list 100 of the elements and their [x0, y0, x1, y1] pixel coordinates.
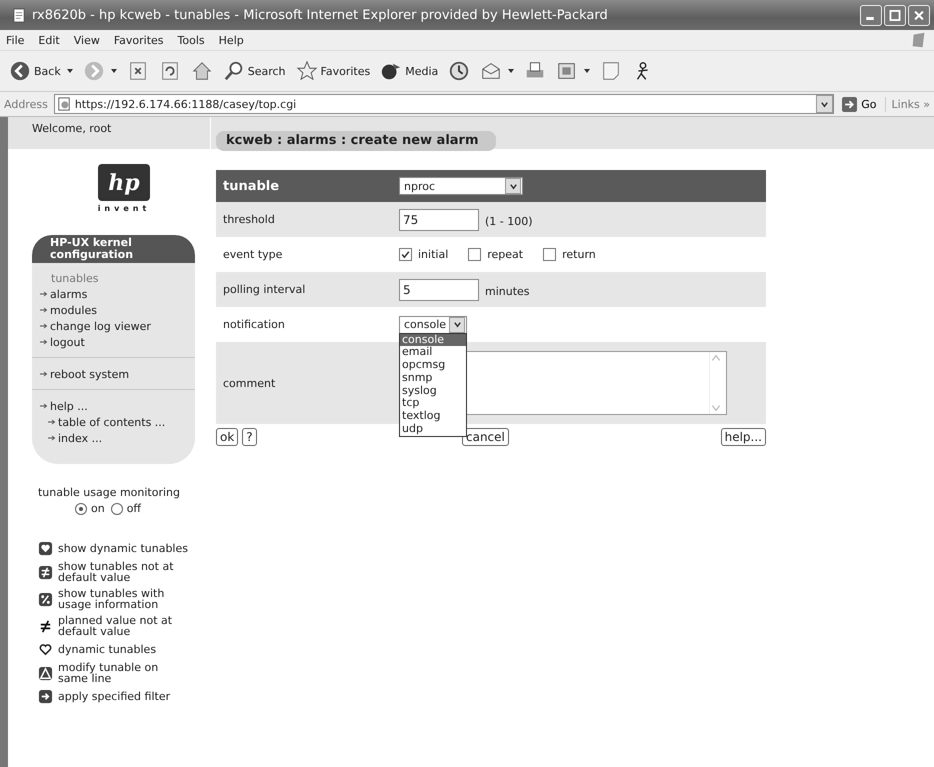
arrow-icon [40, 370, 48, 378]
arrow-icon [40, 290, 48, 298]
legend-text: planned value not at default value [58, 615, 174, 637]
arrow-icon [40, 338, 48, 346]
logo: hp [98, 164, 150, 201]
caret-icon [508, 182, 518, 190]
nav-link[interactable]: reboot system [50, 368, 130, 380]
dropdown-option[interactable]: console [400, 334, 466, 346]
help-button[interactable]: help... [720, 428, 766, 446]
arrow-icon [40, 306, 48, 314]
dropdown-option[interactable]: snmp [400, 372, 466, 385]
percent-icon [38, 592, 53, 606]
menu-item[interactable]: File [6, 34, 24, 46]
nav-link[interactable]: logout [50, 336, 85, 348]
page-icon [12, 8, 27, 22]
field-label: comment [222, 376, 276, 390]
field-label: polling interval [222, 283, 306, 296]
field-label: notification [222, 318, 286, 331]
dropdown-option[interactable]: syslog [400, 384, 466, 398]
maximize-button[interactable] [884, 4, 906, 26]
go-button[interactable]: Go [840, 96, 886, 112]
window-title: rx8620b - hp kcweb - tunables - Microsoft Internet Explorer provided by Hewlett-Packard [32, 8, 609, 22]
triangle-icon [38, 666, 53, 680]
arrow-icon [48, 434, 56, 442]
input-field[interactable]: 5 [399, 278, 479, 300]
radio-label: on [90, 502, 105, 515]
menu-item[interactable]: View [74, 34, 100, 46]
house-icon [190, 60, 213, 82]
legend-text: show tunables with usage information [58, 588, 166, 610]
form-button[interactable]: ? [242, 428, 257, 446]
menu-item[interactable]: Favorites [114, 34, 164, 46]
links-label[interactable]: Links » [892, 98, 930, 110]
address-label: Address [4, 98, 48, 110]
toolbar-button[interactable]: Media [377, 58, 442, 84]
menu-item[interactable]: Help [218, 34, 244, 46]
monitoring-label: tunable usage monitoring [38, 486, 180, 499]
minimize-button[interactable] [860, 4, 882, 26]
logo-tagline: invent [98, 204, 150, 213]
page-icon [56, 97, 71, 111]
not-equal-icon [38, 618, 53, 634]
nav-link[interactable]: change log viewer [50, 320, 151, 332]
arrow-icon [40, 322, 48, 330]
field-hint: minutes [485, 285, 530, 298]
dropdown-option[interactable]: textlog [400, 410, 466, 424]
form-button[interactable]: ok [216, 428, 238, 446]
not-equal-icon [38, 564, 53, 580]
welcome-text: Welcome, root [32, 122, 112, 135]
checkbox-label: repeat [487, 248, 524, 261]
menu-item[interactable]: Tools [178, 34, 205, 46]
legend-text: dynamic tunables [58, 644, 158, 655]
nav-link[interactable]: modules [50, 304, 97, 316]
star-icon [296, 60, 318, 82]
toolbar-button[interactable]: Back [6, 58, 76, 84]
close-icon [912, 8, 926, 22]
toolbar-button[interactable]: Favorites [292, 58, 374, 84]
legend-text: modify tunable on same line [58, 662, 160, 684]
input-field[interactable]: 75 [399, 208, 479, 230]
dropdown-field[interactable]: console [399, 316, 467, 334]
nav-link[interactable]: table of contents ... [58, 416, 166, 428]
checkbox[interactable] [543, 248, 556, 261]
dropdown-option[interactable]: tcp [400, 397, 466, 410]
menu-item[interactable]: Edit [38, 34, 60, 46]
nav-link[interactable]: alarms [50, 288, 88, 300]
nav-current: tunables [50, 272, 99, 284]
arrow-icon [842, 96, 858, 112]
maximize-icon [888, 8, 902, 22]
arrow-icon [40, 402, 48, 410]
checkbox-label: return [562, 248, 596, 261]
radio-label: off [126, 502, 141, 515]
checkbox[interactable] [399, 248, 412, 261]
field-label: event type [222, 248, 284, 261]
history-icon [448, 60, 470, 82]
radio-button[interactable] [110, 502, 123, 514]
back-icon [9, 60, 31, 82]
field-hint: (1 - 100) [485, 215, 533, 228]
heart-icon [38, 642, 53, 657]
panel-title: HP-UX kernel configuration [32, 235, 195, 263]
checkbox-label: initial [418, 248, 448, 261]
nav-link[interactable]: help ... [50, 400, 88, 412]
legend-text: show tunables not at default value [58, 561, 175, 583]
field-label: threshold [222, 213, 276, 226]
minimize-icon [866, 16, 874, 20]
cancel-button[interactable]: cancel [462, 428, 509, 446]
legend-text: apply specified filter [58, 691, 172, 702]
legend-text: show dynamic tunables [58, 543, 189, 554]
close-button[interactable] [908, 4, 930, 26]
radio-button[interactable] [74, 502, 87, 514]
address-field[interactable]: https://192.6.174.66:1188/casey/top.cgi [54, 94, 834, 114]
search-icon [222, 60, 245, 82]
caret-icon [820, 100, 830, 108]
toolbar-button[interactable]: Search [220, 58, 289, 84]
nav-link[interactable]: index ... [58, 432, 102, 444]
arrow-icon [48, 418, 56, 426]
forward-icon [82, 60, 105, 82]
field-label: tunable [222, 178, 280, 194]
checkbox[interactable] [468, 248, 482, 261]
dropdown-option[interactable]: email [400, 346, 466, 360]
dropdown-field[interactable]: nproc [399, 177, 523, 195]
caret-icon [452, 320, 462, 329]
dropdown-option[interactable]: opcmsg [400, 359, 466, 372]
